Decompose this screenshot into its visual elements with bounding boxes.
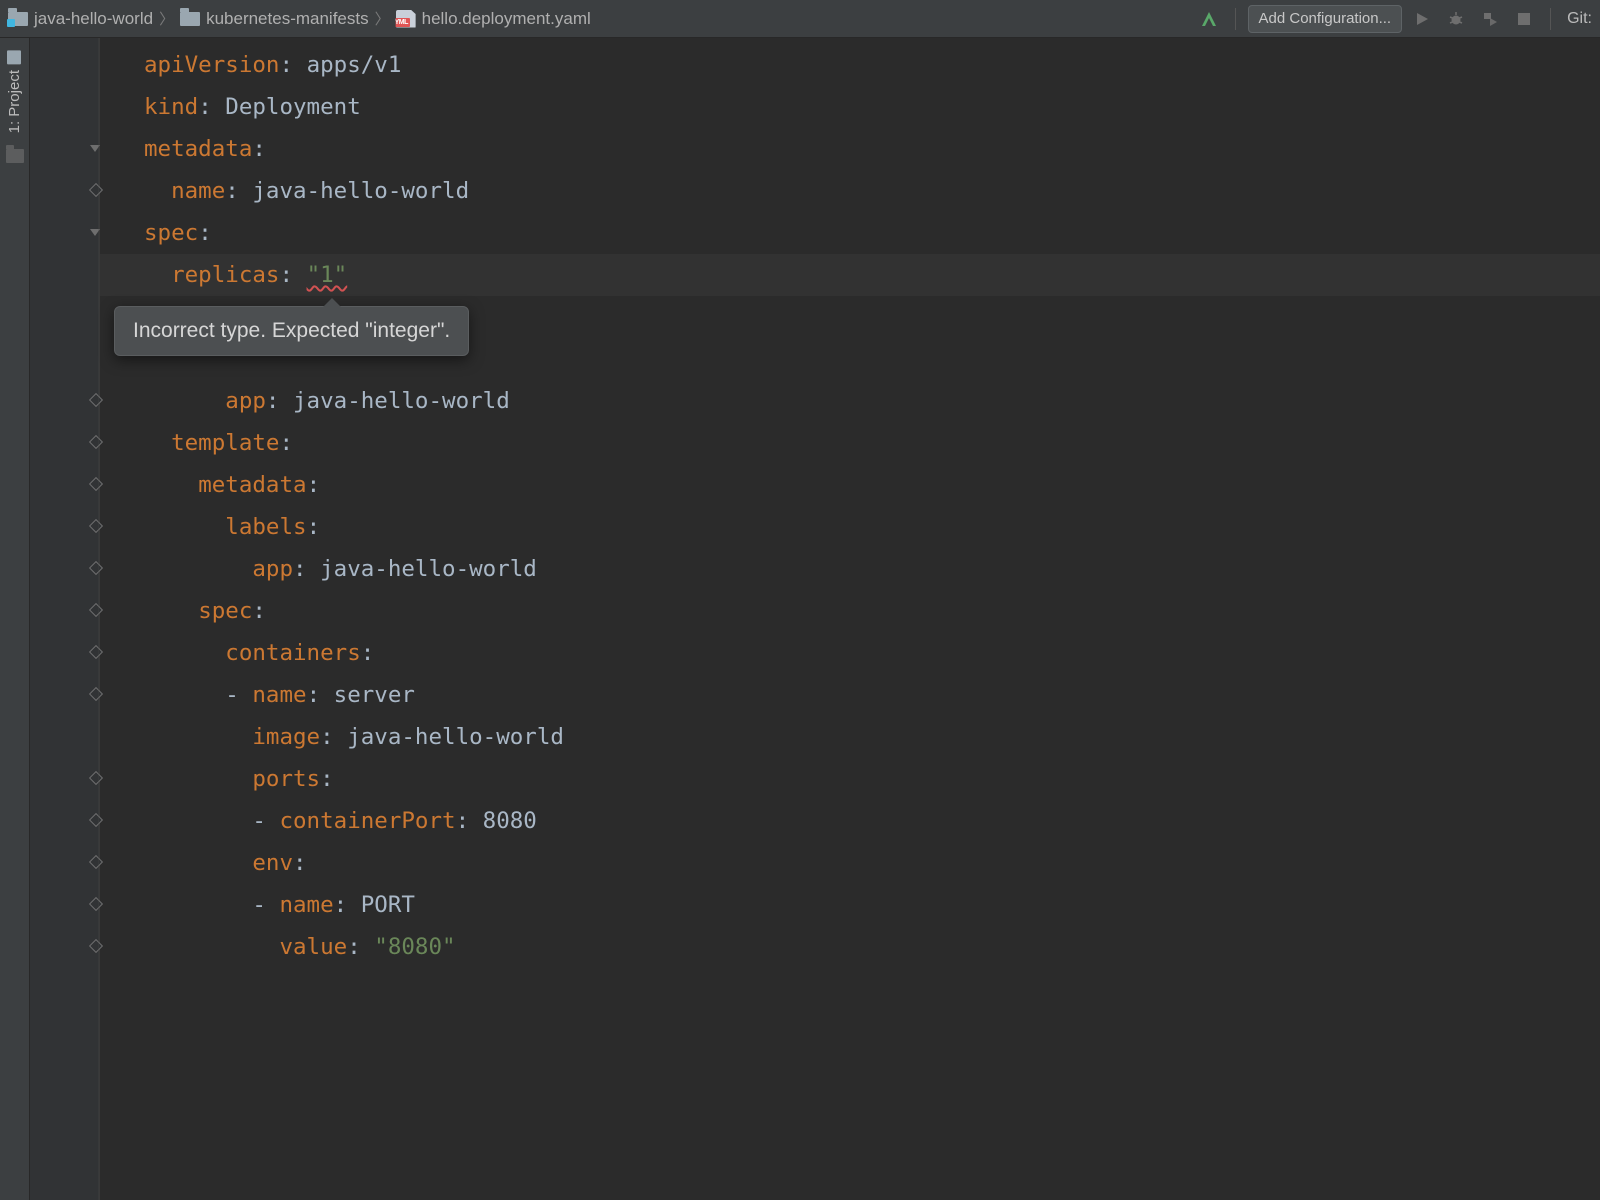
workspace: 1: Project apiVersion: apps/v1kind: Depl… <box>0 38 1600 1200</box>
run-configuration-selector[interactable]: Add Configuration... <box>1248 5 1403 33</box>
code-line[interactable]: - name: PORT <box>100 884 415 926</box>
code-line[interactable]: template: <box>100 422 293 464</box>
code-line[interactable]: replicas: "1" <box>100 254 347 296</box>
tooltip-text: Incorrect type. Expected "integer". <box>133 319 450 342</box>
code-line[interactable]: app: java-hello-world <box>100 380 510 422</box>
separator <box>1550 8 1551 30</box>
code-line[interactable]: containers: <box>100 632 374 674</box>
breadcrumbs: java-hello-world 〉 kubernetes-manifests … <box>8 8 591 29</box>
inspection-tooltip: Incorrect type. Expected "integer". <box>114 306 469 356</box>
error-stripe-gutter <box>30 38 50 1200</box>
project-tool-tab[interactable]: 1: Project <box>4 46 25 137</box>
separator <box>1235 8 1236 30</box>
code-line[interactable]: metadata: <box>100 464 320 506</box>
code-line[interactable]: - name: server <box>100 674 415 716</box>
build-icon[interactable] <box>1195 5 1223 33</box>
project-tool-icon <box>8 50 22 64</box>
code-line[interactable]: image: java-hello-world <box>100 716 564 758</box>
breadcrumb-file[interactable]: hello.deployment.yaml <box>396 9 591 29</box>
code-line[interactable]: app: java-hello-world <box>100 548 537 590</box>
breadcrumb-folder[interactable]: kubernetes-manifests <box>180 9 369 29</box>
folder-icon <box>180 10 200 28</box>
structure-tool-icon[interactable] <box>6 149 24 163</box>
yaml-file-icon <box>396 10 416 28</box>
run-config-label: Add Configuration... <box>1259 10 1392 27</box>
fold-guide <box>98 38 99 1200</box>
code-line[interactable]: spec: <box>100 212 212 254</box>
code-line[interactable]: value: "8080" <box>100 926 456 968</box>
debug-icon[interactable] <box>1442 5 1470 33</box>
code-line[interactable]: metadata: <box>100 128 266 170</box>
run-icon[interactable] <box>1408 5 1436 33</box>
navigation-bar: java-hello-world 〉 kubernetes-manifests … <box>0 0 1600 38</box>
code-line[interactable]: ports: <box>100 758 334 800</box>
chevron-right-icon: 〉 <box>157 8 176 29</box>
code-line[interactable]: labels: <box>100 506 320 548</box>
left-tool-strip: 1: Project <box>0 38 30 1200</box>
code-editor[interactable]: apiVersion: apps/v1kind: Deploymentmetad… <box>30 38 1600 1200</box>
breadcrumb-project[interactable]: java-hello-world <box>8 9 153 29</box>
breadcrumb-label: kubernetes-manifests <box>206 9 369 29</box>
project-tab-label: 1: Project <box>6 70 23 133</box>
code-line[interactable]: env: <box>100 842 307 884</box>
breadcrumb-label: java-hello-world <box>34 9 153 29</box>
code-line[interactable]: name: java-hello-world <box>100 170 469 212</box>
code-line[interactable]: - containerPort: 8080 <box>100 800 537 842</box>
git-label[interactable]: Git: <box>1563 10 1592 28</box>
code-line[interactable]: kind: Deployment <box>100 86 361 128</box>
module-folder-icon <box>8 10 28 28</box>
code-line[interactable]: apiVersion: apps/v1 <box>100 44 401 86</box>
stop-icon[interactable] <box>1510 5 1538 33</box>
breadcrumb-label: hello.deployment.yaml <box>422 9 591 29</box>
run-with-coverage-icon[interactable] <box>1476 5 1504 33</box>
code-line[interactable]: spec: <box>100 590 266 632</box>
chevron-right-icon: 〉 <box>373 8 392 29</box>
